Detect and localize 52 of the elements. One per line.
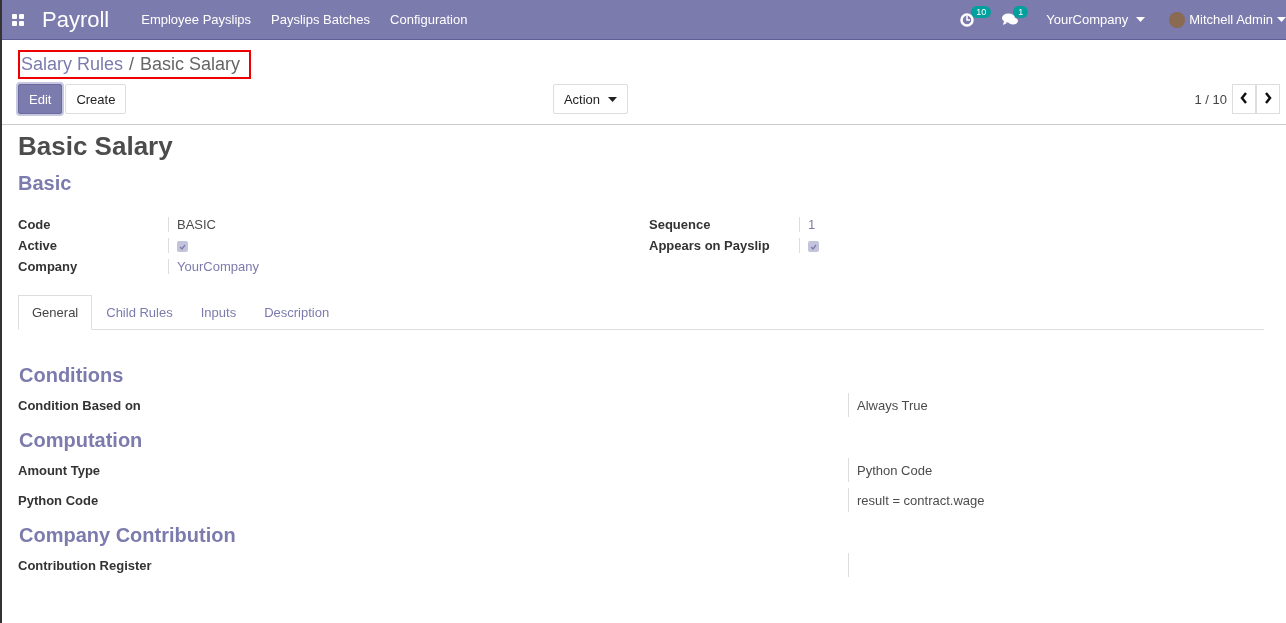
field-label: Company xyxy=(18,259,79,274)
chevron-left-icon xyxy=(1240,91,1248,104)
caret-icon xyxy=(1136,17,1146,22)
field-value-link[interactable]: YourCompany xyxy=(177,259,259,274)
edit-button[interactable]: Edit xyxy=(18,84,63,114)
activity-count-badge: 10 xyxy=(971,5,992,18)
field-label: Python Code xyxy=(18,491,100,510)
field-value: BASIC xyxy=(177,217,216,232)
record-title: Basic Salary xyxy=(18,131,174,162)
field-label: Contribution Register xyxy=(18,556,153,575)
section-heading: Computation xyxy=(19,429,144,452)
field-value: result = contract.wage xyxy=(857,492,985,508)
app-title: Payroll xyxy=(42,6,110,33)
next-button[interactable] xyxy=(1256,84,1280,114)
section-heading: Conditions xyxy=(19,364,125,387)
field-value: Always True xyxy=(857,397,928,413)
checkbox[interactable] xyxy=(808,241,819,253)
field-label: Amount Type xyxy=(18,461,102,480)
chevron-right-icon xyxy=(1264,91,1272,104)
tab[interactable]: Child Rules xyxy=(92,295,187,330)
menu-item[interactable]: Employee Payslips xyxy=(141,12,252,27)
previous-button[interactable] xyxy=(1232,84,1256,114)
field-value: Python Code xyxy=(857,462,933,478)
user-menu[interactable]: Mitchell Admin xyxy=(1169,11,1286,28)
caret-icon xyxy=(1277,17,1286,22)
action-dropdown[interactable]: Action xyxy=(552,84,628,114)
tab[interactable]: General xyxy=(18,295,93,330)
avatar-icon xyxy=(1169,11,1186,28)
field-label: Condition Based on xyxy=(18,396,142,415)
breadcrumb-current: Basic Salary xyxy=(140,54,241,75)
field-label: Sequence xyxy=(649,217,712,232)
apps-menu-icon[interactable] xyxy=(12,13,24,26)
field-label: Code xyxy=(18,217,52,232)
field-label: Appears on Payslip xyxy=(649,238,771,253)
field-label: Active xyxy=(18,238,59,253)
section-heading: Company Contribution xyxy=(19,524,237,547)
rule-category: Basic xyxy=(18,172,73,195)
menu-item[interactable]: Payslips Batches xyxy=(271,12,371,27)
checkbox[interactable] xyxy=(177,241,188,253)
company-switcher[interactable]: YourCompany xyxy=(1046,12,1146,27)
caret-icon xyxy=(608,96,617,102)
tab[interactable]: Description xyxy=(250,295,344,330)
create-button[interactable]: Create xyxy=(65,84,127,114)
chat-icon[interactable] xyxy=(1002,13,1019,26)
clock-icon[interactable] xyxy=(960,12,975,27)
field-value-link[interactable]: 1 xyxy=(808,217,816,232)
tab[interactable]: Inputs xyxy=(186,295,251,330)
menu-item[interactable]: Configuration xyxy=(390,12,468,27)
pager-counter: 1 / 10 xyxy=(1194,91,1227,107)
breadcrumb-link[interactable]: Salary Rules xyxy=(21,54,124,75)
breadcrumb-separator: / xyxy=(129,54,135,75)
message-count-badge: 1 xyxy=(1013,6,1029,18)
